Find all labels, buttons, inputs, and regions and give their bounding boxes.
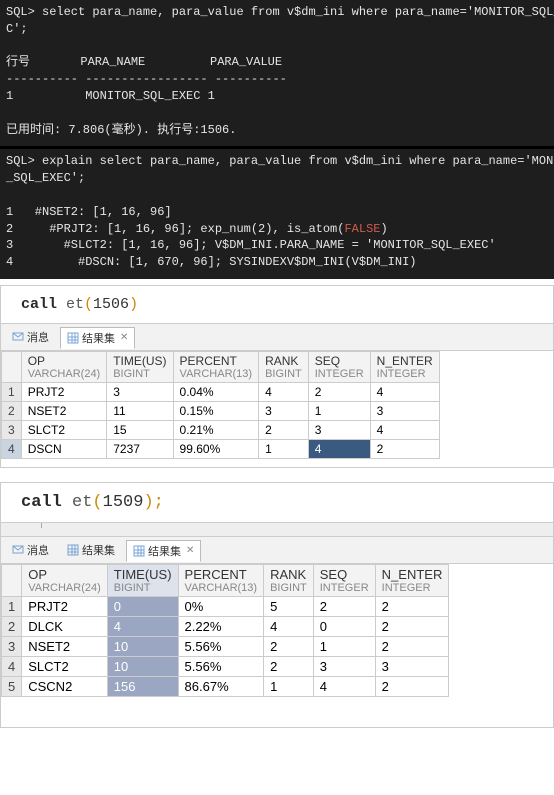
result-grid-1[interactable]: OPVARCHAR(24) TIME(US)BIGINT PERCENTVARC… xyxy=(1,351,440,459)
table-row[interactable]: 2 DLCK 4 2.22% 4 0 2 xyxy=(2,616,449,636)
plan-line-2: 2 #PRJT2: [1, 16, 96]; exp_num(2), is_at… xyxy=(6,222,388,236)
selected-cell[interactable]: 4 xyxy=(308,439,370,458)
close-icon[interactable]: ✕ xyxy=(186,545,194,556)
tab-resultset[interactable]: 结果集 ✕ xyxy=(60,327,135,349)
sql-editor-2[interactable]: call et(1509); xyxy=(1,483,553,523)
keyword-call: call xyxy=(21,493,62,512)
keyword-call: call xyxy=(21,296,57,313)
table-row[interactable]: 4 SLCT2 10 5.56% 2 3 3 xyxy=(2,656,449,676)
tab-resultset-1[interactable]: 结果集 xyxy=(60,539,122,561)
explain-line-1: SQL> explain select para_name, para_valu… xyxy=(6,154,554,168)
gui-block-2: call et(1509); 消息 结果集 结果集 ✕ OPVARCHAR(24… xyxy=(0,482,554,728)
result-sep: ---------- ----------------- ---------- xyxy=(6,72,287,86)
result-header: 行号 PARA_NAME PARA_VALUE xyxy=(6,55,282,69)
table-row[interactable]: 2 NSET2 11 0.15% 3 1 3 xyxy=(2,401,440,420)
terminal-2: SQL> explain select para_name, para_valu… xyxy=(0,149,554,279)
sql-line-1: SQL> select para_name, para_value from v… xyxy=(6,5,554,19)
sql-line-2: C'; xyxy=(6,22,28,36)
tab-messages[interactable]: 消息 xyxy=(5,539,56,561)
table-row[interactable]: 3 SLCT2 15 0.21% 2 3 4 xyxy=(2,420,440,439)
grid-icon xyxy=(133,545,145,557)
table-row[interactable]: 4 DSCN 7237 99.60% 1 4 2 xyxy=(2,439,440,458)
table-row[interactable]: 1 PRJT2 0 0% 5 2 2 xyxy=(2,596,449,616)
explain-line-2: _SQL_EXEC'; xyxy=(6,171,85,185)
grid-icon xyxy=(67,332,79,344)
close-icon[interactable]: ✕ xyxy=(120,332,128,343)
result-tabs-2: 消息 结果集 结果集 ✕ xyxy=(1,537,553,564)
result-footer: 已用时间: 7.806(毫秒). 执行号:1506. xyxy=(6,123,236,137)
sql-editor-1[interactable]: call et(1506) xyxy=(1,286,553,324)
tab-messages[interactable]: 消息 xyxy=(5,326,56,348)
plan-line-3: 3 #SLCT2: [1, 16, 96]; V$DM_INI.PARA_NAM… xyxy=(6,238,496,252)
result-tabs-1: 消息 结果集 ✕ xyxy=(1,324,553,351)
messages-icon xyxy=(12,544,24,556)
gui-block-1: call et(1506) 消息 结果集 ✕ OPVARCHAR(24) TIM… xyxy=(0,285,554,468)
messages-icon xyxy=(12,331,24,343)
tab-resultset-2[interactable]: 结果集 ✕ xyxy=(126,540,201,562)
result-row: 1 MONITOR_SQL_EXEC 1 xyxy=(6,89,215,103)
terminal-1: SQL> select para_name, para_value from v… xyxy=(0,0,554,146)
table-row[interactable]: 5 CSCN2 156 86.67% 1 4 2 xyxy=(2,676,449,696)
table-row[interactable]: 3 NSET2 10 5.56% 2 1 2 xyxy=(2,636,449,656)
plan-line-1: 1 #NSET2: [1, 16, 96] xyxy=(6,205,172,219)
table-row[interactable]: 1 PRJT2 3 0.04% 4 2 4 xyxy=(2,382,440,401)
grid-icon xyxy=(67,544,79,556)
plan-line-4: 4 #DSCN: [1, 670, 96]; SYSINDEXV$DM_INI(… xyxy=(6,255,416,269)
ruler xyxy=(1,523,553,537)
result-grid-2[interactable]: OPVARCHAR(24) TIME(US)BIGINT PERCENTVARC… xyxy=(1,564,449,697)
